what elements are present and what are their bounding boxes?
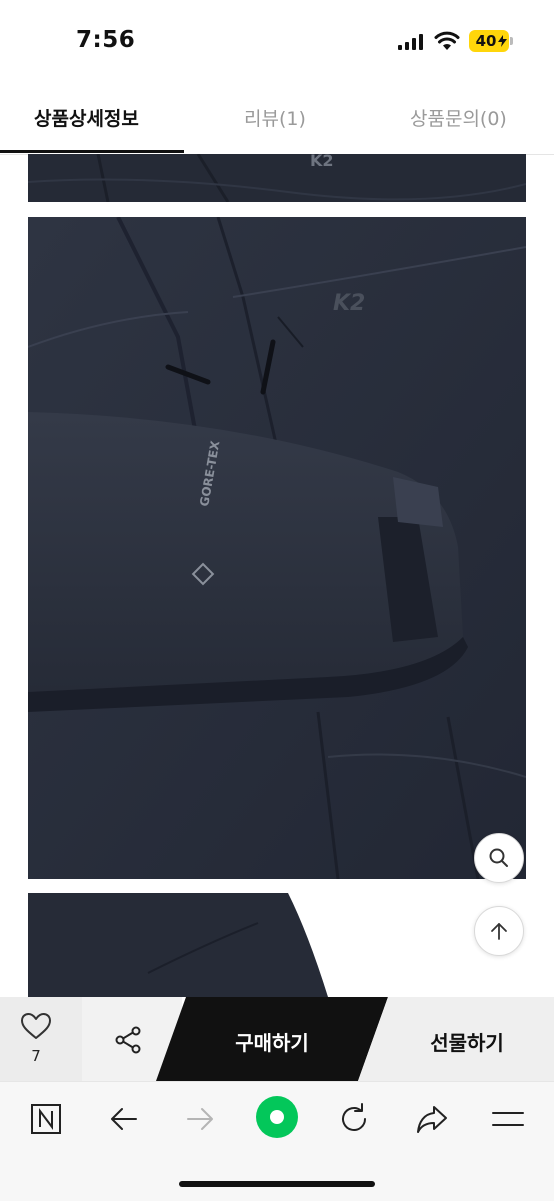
heart-icon: [21, 1013, 51, 1039]
back-arrow-icon[interactable]: [106, 1101, 142, 1137]
scroll-to-top-button[interactable]: [474, 906, 524, 956]
tab-product-details[interactable]: 상품상세정보: [34, 104, 139, 131]
battery-charging-icon: 40: [469, 30, 513, 52]
purchase-bar: 7 구매하기 선물하기: [0, 997, 554, 1081]
product-image: [28, 893, 526, 997]
reload-icon[interactable]: [336, 1101, 372, 1137]
home-indicator: [179, 1181, 375, 1187]
tab-active-indicator: [0, 150, 184, 153]
like-count: 7: [31, 1047, 41, 1065]
status-bar: 7:56 40: [0, 0, 554, 84]
arrow-up-icon: [491, 923, 507, 940]
cellular-signal-icon: [398, 34, 423, 50]
green-dot-icon[interactable]: [255, 1095, 299, 1139]
status-time: 7:56: [76, 27, 136, 53]
gift-button-label: 선물하기: [430, 1031, 504, 1055]
k2-logo: K2: [333, 291, 365, 316]
product-image-jacket-detail: K2 GORE-TEX: [28, 217, 526, 879]
naver-home-icon[interactable]: [28, 1101, 64, 1137]
forward-arrow-icon[interactable]: [182, 1101, 218, 1137]
gift-button[interactable]: 선물하기: [352, 997, 554, 1081]
product-tabs: 상품상세정보 리뷰(1) 상품문의(0): [0, 84, 554, 155]
buy-button-label: 구매하기: [235, 1031, 309, 1055]
menu-icon[interactable]: [490, 1101, 526, 1137]
magnifier-icon: [489, 848, 508, 867]
tab-inquiries[interactable]: 상품문의(0): [410, 104, 507, 131]
tab-reviews[interactable]: 리뷰(1): [244, 104, 306, 131]
share-arrow-icon[interactable]: [414, 1101, 450, 1137]
like-button[interactable]: 7: [0, 997, 82, 1081]
wifi-icon: [434, 31, 460, 50]
product-image: K2: [28, 154, 526, 202]
share-icon: [115, 1026, 141, 1054]
zoom-button[interactable]: [474, 833, 524, 883]
svg-text:K2: K2: [310, 154, 334, 170]
